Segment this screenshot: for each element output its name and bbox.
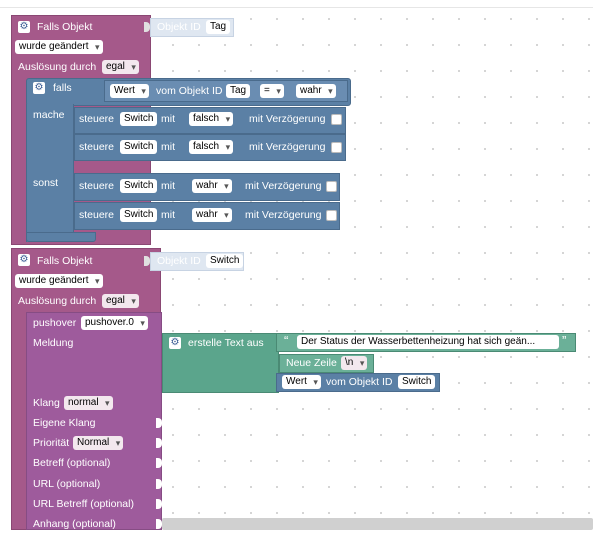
value-mid-label: vom Objekt ID [326,376,393,388]
value-property-select[interactable]: Wert [282,375,321,389]
prioritaet-label: Priorität [33,437,70,449]
newline-select[interactable]: \n [341,356,368,370]
meldung-label: Meldung [33,337,74,349]
horizontal-scrollbar[interactable] [162,518,593,530]
verzoegerung-checkbox[interactable] [326,210,337,221]
steuere-target[interactable]: Switch [120,112,158,126]
event-title-2: Falls Objekt [37,255,93,267]
anhang-label: Anhang (optional) [33,518,116,530]
pushover-label: pushover [33,317,77,329]
steuere-label: steuere [79,209,115,221]
condition-operator[interactable]: = [260,84,284,98]
condition-value[interactable]: wahr [296,84,336,98]
ausloesung-select-1[interactable]: egal [102,60,139,74]
steuere-value[interactable]: falsch [189,112,234,126]
condition-object[interactable]: Tag [226,84,251,98]
string-value[interactable]: Der Status der Wasserbettenheizung hat s… [297,335,559,349]
if-else-spine [26,104,74,242]
steuere-value[interactable]: falsch [189,140,234,154]
klang-select[interactable]: normal [64,396,113,410]
sonst-label: sonst [33,177,59,189]
input-notch [156,458,162,468]
betreff-label: Betreff (optional) [33,457,111,469]
condition-property-select[interactable]: Wert [110,84,149,98]
gear-icon[interactable]: ⚙ [18,21,30,33]
steuere-label: steuere [79,141,115,153]
input-notch [156,418,162,428]
verzoegerung-label: mit Verzögerung [245,180,322,192]
input-notch [156,438,162,448]
value-object[interactable]: Switch [398,375,436,389]
if-else-footer [26,232,96,242]
objekt-id-value-1[interactable]: Tag [206,20,231,34]
objekt-id-label-1: Objekt ID [157,21,201,33]
url-betreff-label: URL Betreff (optional) [33,498,134,510]
trigger-select-1[interactable]: wurde geändert [15,40,103,54]
verzoegerung-label: mit Verzögerung [249,141,326,153]
steuere-label: steuere [79,180,115,192]
objekt-id-label-2: Objekt ID [157,255,201,267]
steuere-target[interactable]: Switch [120,140,158,154]
ausloesung-label-2: Auslösung durch [18,295,97,307]
newline-label: Neue Zeile [286,357,337,369]
trigger-select-2[interactable]: wurde geändert [15,274,103,288]
input-notch [156,499,162,509]
verzoegerung-label: mit Verzögerung [245,209,322,221]
event-title-1: Falls Objekt [37,21,93,33]
steuere-value[interactable]: wahr [192,208,232,222]
mit-label: mit [161,209,175,221]
gear-icon[interactable]: ⚙ [18,254,30,266]
eigene-klang-label: Eigene Klang [33,417,96,429]
gear-icon[interactable]: ⚙ [169,337,181,349]
mit-label: mit [161,141,175,153]
pushover-instance-select[interactable]: pushover.0 [81,316,148,330]
steuere-target[interactable]: Switch [120,179,158,193]
url-label: URL (optional) [33,478,101,490]
ausloesung-select-2[interactable]: egal [102,294,139,308]
steuere-value[interactable]: wahr [192,179,232,193]
gear-icon[interactable]: ⚙ [33,82,45,94]
quote-close: ” [562,333,567,348]
steuere-target[interactable]: Switch [120,208,158,222]
klang-label: Klang [33,397,60,409]
verzoegerung-checkbox[interactable] [331,142,342,153]
workspace-top-edge [0,0,593,8]
verzoegerung-checkbox[interactable] [326,181,337,192]
prioritaet-select[interactable]: Normal [73,436,124,450]
condition-mid-label: vom Objekt ID [156,85,223,97]
text-join-label: erstelle Text aus [188,337,264,349]
verzoegerung-label: mit Verzögerung [249,113,326,125]
steuere-label: steuere [79,113,115,125]
verzoegerung-checkbox[interactable] [331,114,342,125]
quote-open: “ [284,333,289,348]
mit-label: mit [161,180,175,192]
ausloesung-label-1: Auslösung durch [18,61,97,73]
falls-label: falls [53,82,72,94]
input-notch [156,479,162,489]
mache-label: mache [33,109,65,121]
mit-label: mit [161,113,175,125]
objekt-id-value-2[interactable]: Switch [206,254,244,268]
